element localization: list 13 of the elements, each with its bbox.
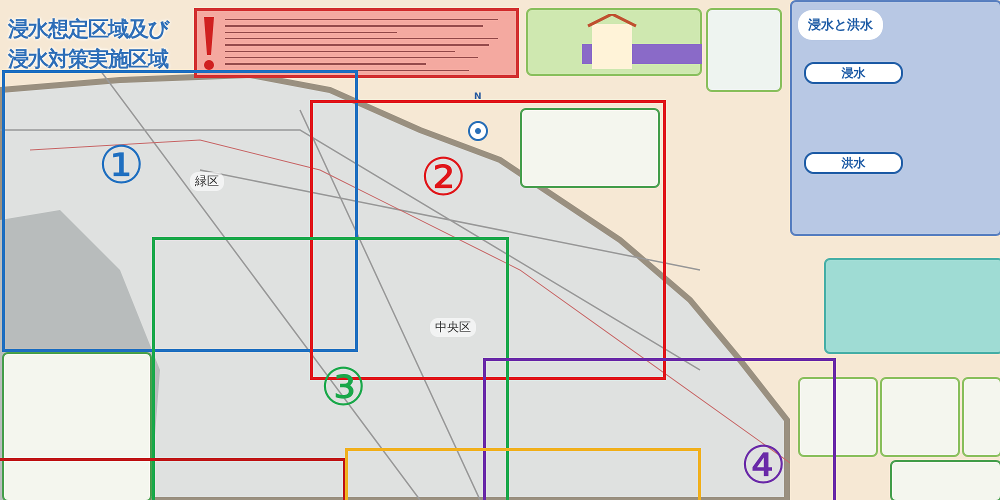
panel-heading: 浸水と洪水 (798, 10, 883, 40)
area-number: ④ (740, 440, 787, 492)
area-number: ② (420, 152, 467, 204)
section-label: 浸水 (804, 62, 903, 84)
district-label: 中央区 (430, 318, 476, 337)
district-label: 緑区 (190, 172, 224, 191)
section-label: 洪水 (804, 152, 903, 174)
map-title: 浸水想定区域及び (8, 16, 169, 43)
compass-icon (467, 120, 489, 142)
exclamation-icon (201, 15, 217, 73)
map-title: 浸水対策実施区域 (8, 46, 169, 73)
area-number: ① (98, 140, 145, 192)
north-label: N (474, 92, 482, 102)
